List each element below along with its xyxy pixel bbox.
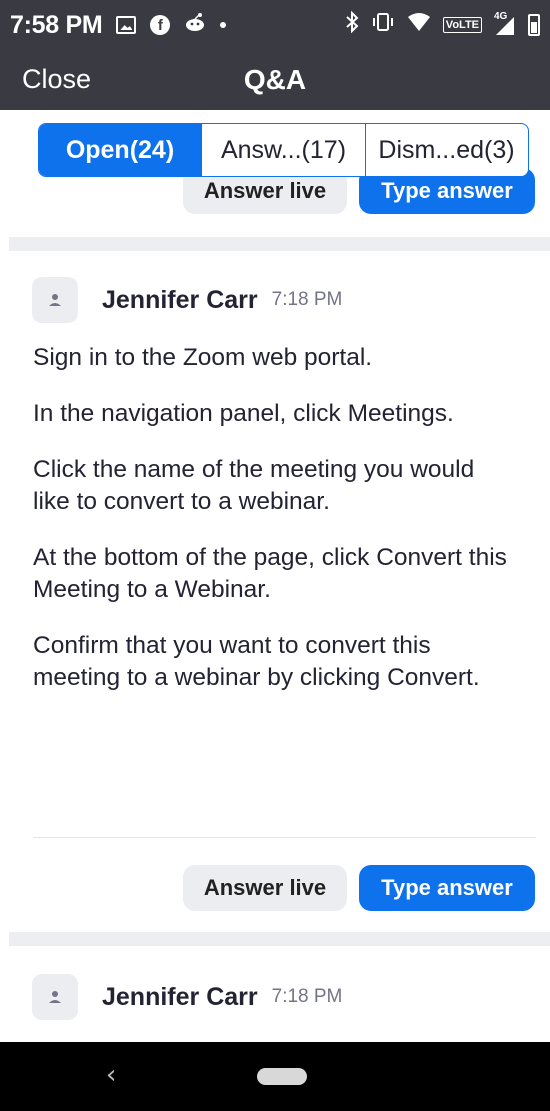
answer-live-button[interactable]: Answer live	[183, 865, 347, 911]
question-separator	[9, 237, 550, 251]
question-paragraph: At the bottom of the page, click Convert…	[33, 544, 507, 603]
status-bar: 7:58 PM f VoLTE 4G	[0, 0, 550, 50]
image-icon	[116, 16, 137, 34]
tab-dismissed[interactable]: Dism...ed(3)	[366, 124, 527, 176]
user-icon	[49, 294, 61, 306]
status-time: 7:58 PM	[10, 10, 103, 39]
question-paragraph: Sign in to the Zoom web portal.	[33, 344, 373, 371]
question-time: 7:18 PM	[271, 986, 343, 1007]
question-time: 7:18 PM	[271, 289, 343, 310]
vibrate-icon	[371, 11, 395, 39]
qa-tabs: Open(24) Answ...(17) Dism...ed(3)	[38, 123, 529, 177]
bluetooth-icon	[345, 10, 359, 40]
question-separator	[9, 932, 550, 946]
qa-list[interactable]: Answer live Type answer Jennifer Carr 7:…	[0, 110, 550, 1042]
author-name: Jennifer Carr	[102, 285, 258, 314]
reddit-icon	[184, 11, 206, 39]
author-name: Jennifer Carr	[102, 982, 258, 1011]
network-type: 4G	[494, 11, 508, 22]
question-author-row: Jennifer Carr 7:18 PM	[32, 974, 342, 1020]
dot-icon	[220, 22, 227, 28]
back-icon[interactable]: ‹	[106, 1060, 116, 1090]
question-author-row: Jennifer Carr 7:18 PM	[32, 277, 342, 323]
tab-open[interactable]: Open(24)	[39, 124, 202, 176]
home-pill-icon[interactable]	[257, 1068, 307, 1085]
question-paragraph: Confirm that you want to convert this me…	[33, 632, 480, 691]
app-header: Close Q&A	[0, 50, 550, 110]
avatar	[32, 974, 78, 1020]
question-paragraph: In the navigation panel, click Meetings.	[33, 400, 454, 427]
facebook-icon: f	[150, 15, 171, 35]
system-nav-bar: ‹	[0, 1042, 550, 1111]
user-icon	[49, 991, 61, 1003]
page-title: Q&A	[243, 64, 307, 95]
tab-answered[interactable]: Answ...(17)	[202, 124, 366, 176]
avatar	[32, 277, 78, 323]
question-divider	[33, 837, 536, 838]
battery-icon	[528, 14, 540, 36]
wifi-icon	[407, 11, 431, 39]
volte-icon: VoLTE	[442, 17, 482, 33]
question-text: Sign in to the Zoom web portal. In the n…	[33, 342, 533, 694]
signal-icon: 4G	[494, 11, 516, 35]
type-answer-button[interactable]: Type answer	[359, 865, 535, 911]
question-actions: Answer live Type answer	[183, 865, 535, 911]
question-paragraph: Click the name of the meeting you would …	[33, 456, 475, 515]
